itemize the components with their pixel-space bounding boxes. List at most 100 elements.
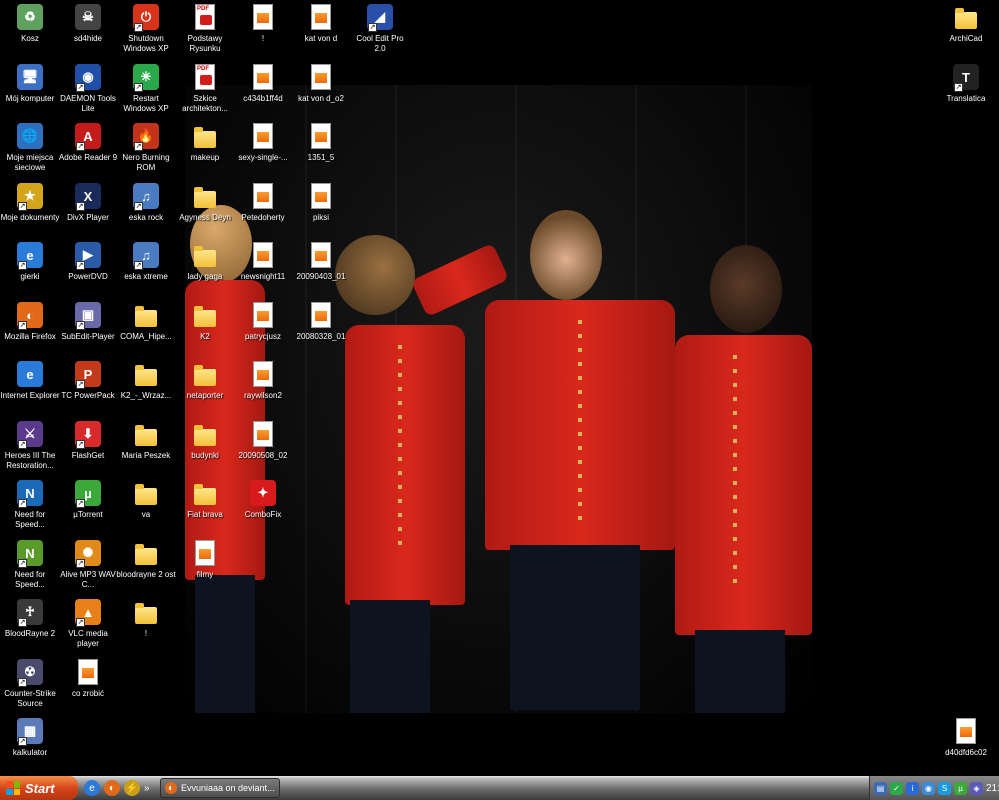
- desktop-icon[interactable]: 20090403_01: [291, 240, 351, 298]
- desktop-icon[interactable]: filmy: [175, 538, 235, 596]
- desktop-icon[interactable]: makeup: [175, 121, 235, 179]
- desktop-icon[interactable]: ☠ sd4hide: [58, 2, 118, 60]
- desktop-icon-label: Restart Windows XP: [123, 94, 169, 113]
- desktop-icon[interactable]: sexy-single-...: [233, 121, 293, 179]
- antivirus-icon[interactable]: ✓: [890, 781, 903, 795]
- desktop-icon[interactable]: ▦ ↗ kalkulator: [0, 716, 60, 774]
- desktop-icon[interactable]: Fiat brava: [175, 478, 235, 536]
- utorrent-tray-icon[interactable]: µ: [954, 781, 967, 795]
- desktop-icon[interactable]: lady gaga: [175, 240, 235, 298]
- desktop-icon-label: Nero Burning ROM: [122, 153, 170, 172]
- update-icon[interactable]: ◈: [970, 781, 983, 795]
- desktop-icon[interactable]: Maria Peszek: [116, 419, 176, 477]
- skype-icon[interactable]: S: [938, 781, 951, 795]
- desktop-icon[interactable]: ⏻ ↗ Shutdown Windows XP: [116, 2, 176, 60]
- desktop-icon[interactable]: PDF Szkice architekton...: [175, 62, 235, 120]
- desktop-icon[interactable]: va: [116, 478, 176, 536]
- desktop-icon[interactable]: PDF Podstawy Rysunku: [175, 2, 235, 60]
- shortcut-arrow-icon: ↗: [76, 380, 85, 389]
- clock[interactable]: 21:42: [986, 783, 999, 794]
- desktop-icon[interactable]: µ ↗ µTorrent: [58, 478, 118, 536]
- desktop-icon[interactable]: COMA_Hipe...: [116, 300, 176, 358]
- shortcut-arrow-icon: ↗: [134, 23, 143, 32]
- desktop-icon-label: netaporter: [186, 391, 224, 400]
- desktop-icon[interactable]: netaporter: [175, 359, 235, 417]
- desktop-icon-label: Mozilla Firefox: [4, 332, 56, 341]
- desktop-icon[interactable]: N ↗ Need for Speed...: [0, 478, 60, 536]
- desktop-icon[interactable]: ◉ ↗ DAEMON Tools Lite: [58, 62, 118, 120]
- info-icon[interactable]: i: [906, 781, 919, 795]
- desktop-icon[interactable]: !: [116, 597, 176, 655]
- desktop-icon[interactable]: 🔥 ↗ Nero Burning ROM: [116, 121, 176, 179]
- desktop-icon[interactable]: bloodrayne 2 ost: [116, 538, 176, 596]
- desktop-icon-label: COMA_Hipe...: [120, 332, 172, 341]
- desktop-icon[interactable]: ♫ ↗ eska xtreme: [116, 240, 176, 298]
- desktop-icon[interactable]: ♫ ↗ eska rock: [116, 181, 176, 239]
- folder-icon: [190, 478, 220, 508]
- desktop-icon[interactable]: 🌐 Moje miejsca sieciowe: [0, 121, 60, 179]
- desktop-icon[interactable]: ✺ ↗ Alive MP3 WAV C...: [58, 538, 118, 596]
- desktop-icon[interactable]: ✳ ↗ Restart Windows XP: [116, 62, 176, 120]
- desktop-icon[interactable]: K2: [175, 300, 235, 358]
- taskbar-window-button[interactable]: ◐ Evvuniaaa on deviant...: [160, 778, 280, 798]
- desktop-icon[interactable]: Petedoherty: [233, 181, 293, 239]
- nfs-icon: N ↗: [15, 538, 45, 568]
- desktop-icon-label: Moje miejsca sieciowe: [6, 153, 54, 172]
- desktop-icon[interactable]: ▣ ↗ SubEdit-Player: [58, 300, 118, 358]
- desktop-icon[interactable]: ⚔ ↗ Heroes III The Restoration...: [0, 419, 60, 477]
- desktop-icon[interactable]: raywilson2: [233, 359, 293, 417]
- desktop-icon[interactable]: P ↗ TC PowerPack: [58, 359, 118, 417]
- folder-icon: [190, 359, 220, 389]
- desktop-icon-label: SubEdit-Player: [61, 332, 115, 341]
- desktop-icon[interactable]: ♻ Kosz: [0, 2, 60, 60]
- desktop-icon[interactable]: patrycjusz: [233, 300, 293, 358]
- desktop-icon[interactable]: N ↗ Need for Speed...: [0, 538, 60, 596]
- desktop-icon[interactable]: kat von d: [291, 2, 351, 60]
- desktop-icon[interactable]: !: [233, 2, 293, 60]
- desktop-icon[interactable]: piksi: [291, 181, 351, 239]
- desktop-icon[interactable]: kat von d_o2: [291, 62, 351, 120]
- chevron-right-icon[interactable]: »: [144, 783, 150, 794]
- desktop-icon[interactable]: ☢ ↗ Counter-Strike Source: [0, 657, 60, 715]
- desktop-icon-label: Podstawy Rysunku: [187, 34, 223, 53]
- desktop-icon[interactable]: ▶ ↗ PowerDVD: [58, 240, 118, 298]
- desktop-icon[interactable]: 20080328_01: [291, 300, 351, 358]
- desktop-icon[interactable]: 1351_5: [291, 121, 351, 179]
- playlist-icon: ♫ ↗: [131, 181, 161, 211]
- desktop-icon[interactable]: c434b1ff4d: [233, 62, 293, 120]
- desktop-icon[interactable]: newsnight11: [233, 240, 293, 298]
- desktop-icon[interactable]: ★ ↗ Moje dokumenty: [0, 181, 60, 239]
- network-icon[interactable]: ▤: [874, 781, 887, 795]
- desktop-icon[interactable]: e Internet Explorer: [0, 359, 60, 417]
- desktop-icon[interactable]: e ↗ gierki: [0, 240, 60, 298]
- desktop-icon[interactable]: T ↗ Translatica: [936, 62, 996, 120]
- heroes-icon: ⚔ ↗: [15, 419, 45, 449]
- folder-icon: [131, 538, 161, 568]
- start-button[interactable]: Start: [0, 776, 78, 800]
- firefox-icon[interactable]: ◐: [104, 780, 120, 796]
- desktop-icon[interactable]: Agyness Deyn: [175, 181, 235, 239]
- desktop-icon[interactable]: 20090508_02: [233, 419, 293, 477]
- desktop-icon[interactable]: budynki: [175, 419, 235, 477]
- adobe-reader-icon: A ↗: [73, 121, 103, 151]
- desktop-icon[interactable]: ▲ ↗ VLC media player: [58, 597, 118, 655]
- desktop-icon[interactable]: ◢ ↗ Cool Edit Pro 2.0: [350, 2, 410, 60]
- image-file-icon: [248, 240, 278, 270]
- desktop-icon-label: Need for Speed...: [14, 510, 46, 529]
- desktop-icon[interactable]: A ↗ Adobe Reader 9: [58, 121, 118, 179]
- winamp-icon[interactable]: ⚡: [124, 780, 140, 796]
- desktop-icon[interactable]: ArchiCad: [936, 2, 996, 60]
- desktop-icon[interactable]: X ↗ DivX Player: [58, 181, 118, 239]
- desktop-icon[interactable]: 🖥 Mój komputer: [0, 62, 60, 120]
- desktop-icon-label: patrycjusz: [244, 332, 281, 341]
- desktop-icon[interactable]: ⬇ ↗ FlashGet: [58, 419, 118, 477]
- desktop-icon[interactable]: ♰ ↗ BloodRayne 2: [0, 597, 60, 655]
- desktop-icon[interactable]: ✦ ComboFix: [233, 478, 293, 536]
- internet-explorer-icon[interactable]: e: [84, 780, 100, 796]
- desktop-icon[interactable]: co zrobić: [58, 657, 118, 715]
- volume-icon[interactable]: ◉: [922, 781, 935, 795]
- desktop-icon[interactable]: d40dfd6c02: [936, 716, 996, 774]
- desktop-icon[interactable]: K2_-_Wrzaz...: [116, 359, 176, 417]
- flashget-icon: ⬇ ↗: [73, 419, 103, 449]
- desktop-icon[interactable]: ◐ ↗ Mozilla Firefox: [0, 300, 60, 358]
